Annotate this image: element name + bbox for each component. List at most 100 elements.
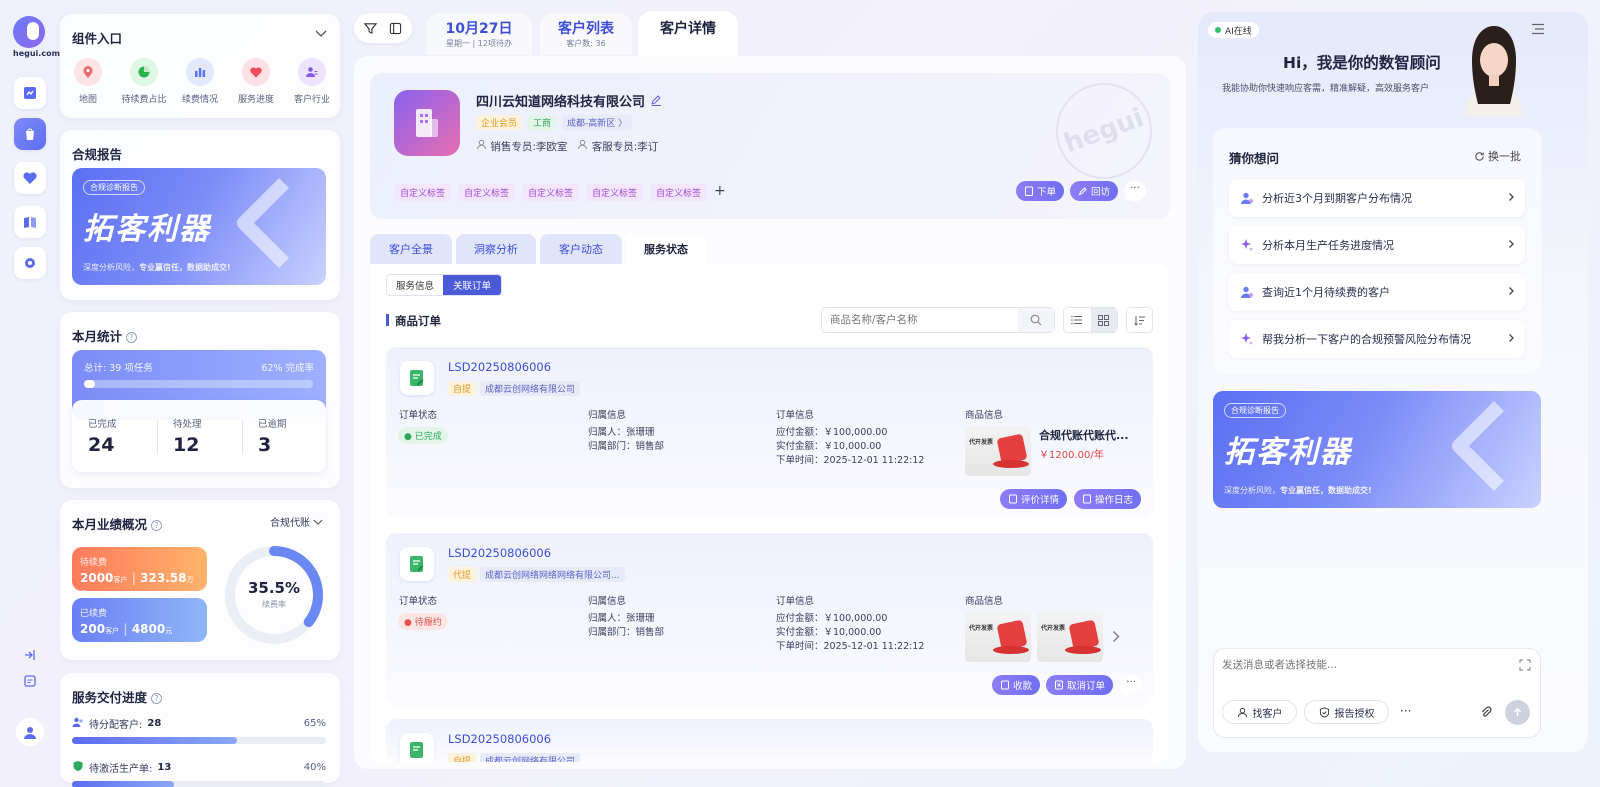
- renewed-card[interactable]: 已续费 200客户 | 4800元: [72, 598, 207, 642]
- custom-tag[interactable]: 自定义标签: [522, 184, 580, 201]
- ai-greeting: Hi，我是你的数智顾问: [1283, 54, 1441, 72]
- product-image[interactable]: 代开发票: [965, 426, 1031, 476]
- heart-icon[interactable]: [14, 162, 46, 194]
- custom-tag[interactable]: 自定义标签: [586, 184, 644, 201]
- suggestion-item[interactable]: 帮我分析一下客户的合规预警风险分布情况: [1229, 320, 1525, 358]
- help-icon: ?: [151, 520, 163, 531]
- search-input[interactable]: [830, 312, 1010, 328]
- more-button[interactable]: ···: [1400, 704, 1411, 718]
- tab-customer-detail[interactable]: 客户详情: [638, 11, 738, 57]
- edit-icon: [1078, 187, 1087, 196]
- delivery-pct: 40%: [303, 762, 326, 773]
- product-image[interactable]: 代开发票: [1037, 612, 1103, 662]
- search-box: [821, 307, 1055, 333]
- product-name: 合规代账代账代...: [1039, 429, 1129, 442]
- customer-chip[interactable]: 成都-高新区 〉: [562, 115, 633, 130]
- place-order-button[interactable]: 下单: [1016, 181, 1064, 201]
- list-view-icon[interactable]: [1064, 308, 1091, 332]
- user-icon: [578, 139, 588, 150]
- toggle-related-orders[interactable]: 关联订单: [443, 275, 501, 295]
- arrow-up-icon: [1513, 707, 1522, 717]
- customer-chips: 企业会员 工商 成都-高新区 〉: [476, 115, 638, 130]
- gear-icon[interactable]: [14, 247, 46, 279]
- cancel-order-button[interactable]: 取消订单: [1046, 675, 1113, 695]
- book-icon[interactable]: [14, 206, 46, 238]
- logo[interactable]: hegui.com: [13, 16, 60, 60]
- tab-date[interactable]: 10月27日 星期一 | 12项待办: [426, 13, 532, 55]
- perf-filter[interactable]: 合规代账: [270, 514, 323, 529]
- product-image[interactable]: 代开发票: [965, 612, 1031, 662]
- send-button[interactable]: [1505, 700, 1530, 725]
- order-number[interactable]: LSD20250806006: [448, 732, 551, 746]
- chat-input[interactable]: [1222, 657, 1502, 681]
- custom-tag[interactable]: 自定义标签: [458, 184, 516, 201]
- suggestion-item[interactable]: 查询近1个月待续费的客户: [1229, 273, 1525, 311]
- ai-compliance-banner[interactable]: 合规诊断报告 拓客利器 深度分析风险，专业赢信任，数据助成交!: [1213, 391, 1541, 508]
- amount-block: 应付金额：￥100,000.00 实付金额：￥10,000.00 下单时间：2025…: [776, 613, 925, 652]
- delivery-row[interactable]: 待分配客户: 28 65%: [72, 716, 326, 746]
- refresh-button[interactable]: 换一批: [1474, 148, 1521, 164]
- report-auth-button[interactable]: 报告授权: [1304, 700, 1389, 724]
- suggestion-item[interactable]: 分析近3个月到期客户分布情况: [1229, 179, 1525, 217]
- expand-icon[interactable]: [1519, 659, 1531, 671]
- component-map-pin[interactable]: 地图: [58, 58, 118, 105]
- avatar[interactable]: [16, 718, 44, 746]
- shopping-bag-icon[interactable]: [14, 118, 46, 150]
- custom-tag[interactable]: 自定义标签: [650, 184, 708, 201]
- collect-payment-button[interactable]: 收款: [992, 675, 1040, 695]
- document-icon: [1000, 680, 1009, 690]
- component-heart[interactable]: 服务进度: [226, 58, 286, 105]
- tab-customer-list[interactable]: 客户列表 客户数: 36: [540, 13, 632, 55]
- delivery-progress: [72, 737, 326, 744]
- chevron-decoration-icon: [1452, 401, 1504, 491]
- add-tag-button[interactable]: +: [714, 183, 726, 199]
- suggestion-text: 帮我分析一下客户的合规预警风险分布情况: [1262, 333, 1471, 346]
- delivery-label: 待分配客户:: [89, 720, 143, 731]
- toggle-service-info[interactable]: 服务信息: [387, 275, 443, 295]
- component-pie-chart[interactable]: 待续费占比: [114, 58, 174, 105]
- tab-service-status[interactable]: 服务状态: [626, 234, 706, 264]
- filter-icon[interactable]: [364, 22, 377, 35]
- pending-values: 2000客户 | 323.58万元: [80, 571, 194, 598]
- review-detail-button[interactable]: 评价详情: [1000, 489, 1067, 509]
- custom-tag[interactable]: 自定义标签: [394, 184, 452, 201]
- users-icon: [72, 716, 84, 731]
- component-bar-chart[interactable]: 续费情况: [170, 58, 230, 105]
- order-number[interactable]: LSD20250806006: [448, 360, 551, 374]
- tab-insight[interactable]: 洞察分析: [456, 234, 536, 264]
- operation-log-button[interactable]: 操作日志: [1074, 489, 1141, 509]
- edit-icon[interactable]: [650, 94, 662, 106]
- view-toggle: 服务信息 关联订单: [386, 274, 502, 296]
- renewed-values: 200客户 | 4800元: [80, 622, 173, 636]
- find-customer-button[interactable]: 找客户: [1222, 700, 1297, 724]
- suggestion-text: 查询近1个月待续费的客户: [1262, 286, 1390, 299]
- search-icon[interactable]: [1018, 308, 1054, 332]
- ai-panel: [1198, 12, 1588, 752]
- label-order-status: 订单状态: [399, 410, 438, 421]
- chevron-right-icon[interactable]: [1112, 630, 1120, 643]
- order-number[interactable]: LSD20250806006: [448, 546, 551, 560]
- follow-up-button[interactable]: 回访: [1070, 181, 1118, 201]
- chevron-down-icon[interactable]: [315, 30, 327, 38]
- amount-block: 应付金额：￥100,000.00 实付金额：￥10,000.00 下单时间：2025…: [776, 427, 925, 466]
- users-icon: [298, 58, 326, 86]
- more-button[interactable]: ···: [1120, 675, 1142, 695]
- stat-label: 已逾期: [258, 419, 287, 430]
- tab-dynamics[interactable]: 客户动态: [540, 234, 622, 264]
- pending-renewal-card[interactable]: 待续费 2000客户 | 323.58万元: [72, 547, 207, 598]
- compliance-banner[interactable]: 合规诊断报告 拓客利器 深度分析风险，专业赢信任，数据助成交!: [72, 168, 326, 285]
- suggestion-item[interactable]: 分析本月生产任务进度情况: [1229, 226, 1525, 264]
- delivery-row[interactable]: 待激活生产单: 13 40%: [72, 760, 326, 787]
- chevron-down-icon: [313, 519, 323, 525]
- document-icon[interactable]: [20, 671, 40, 691]
- order-type: 代提: [448, 567, 477, 582]
- dashboard-icon[interactable]: [14, 77, 46, 109]
- component-users[interactable]: 客户行业: [282, 58, 342, 105]
- more-button[interactable]: ···: [1124, 181, 1146, 201]
- grid-view-icon[interactable]: [1090, 308, 1117, 332]
- sort-icon[interactable]: [1126, 307, 1153, 333]
- tab-overview[interactable]: 客户全景: [370, 234, 452, 264]
- sidebar-toggle-icon[interactable]: [389, 22, 402, 35]
- collapse-icon[interactable]: [20, 645, 40, 665]
- attachment-icon[interactable]: [1480, 706, 1493, 719]
